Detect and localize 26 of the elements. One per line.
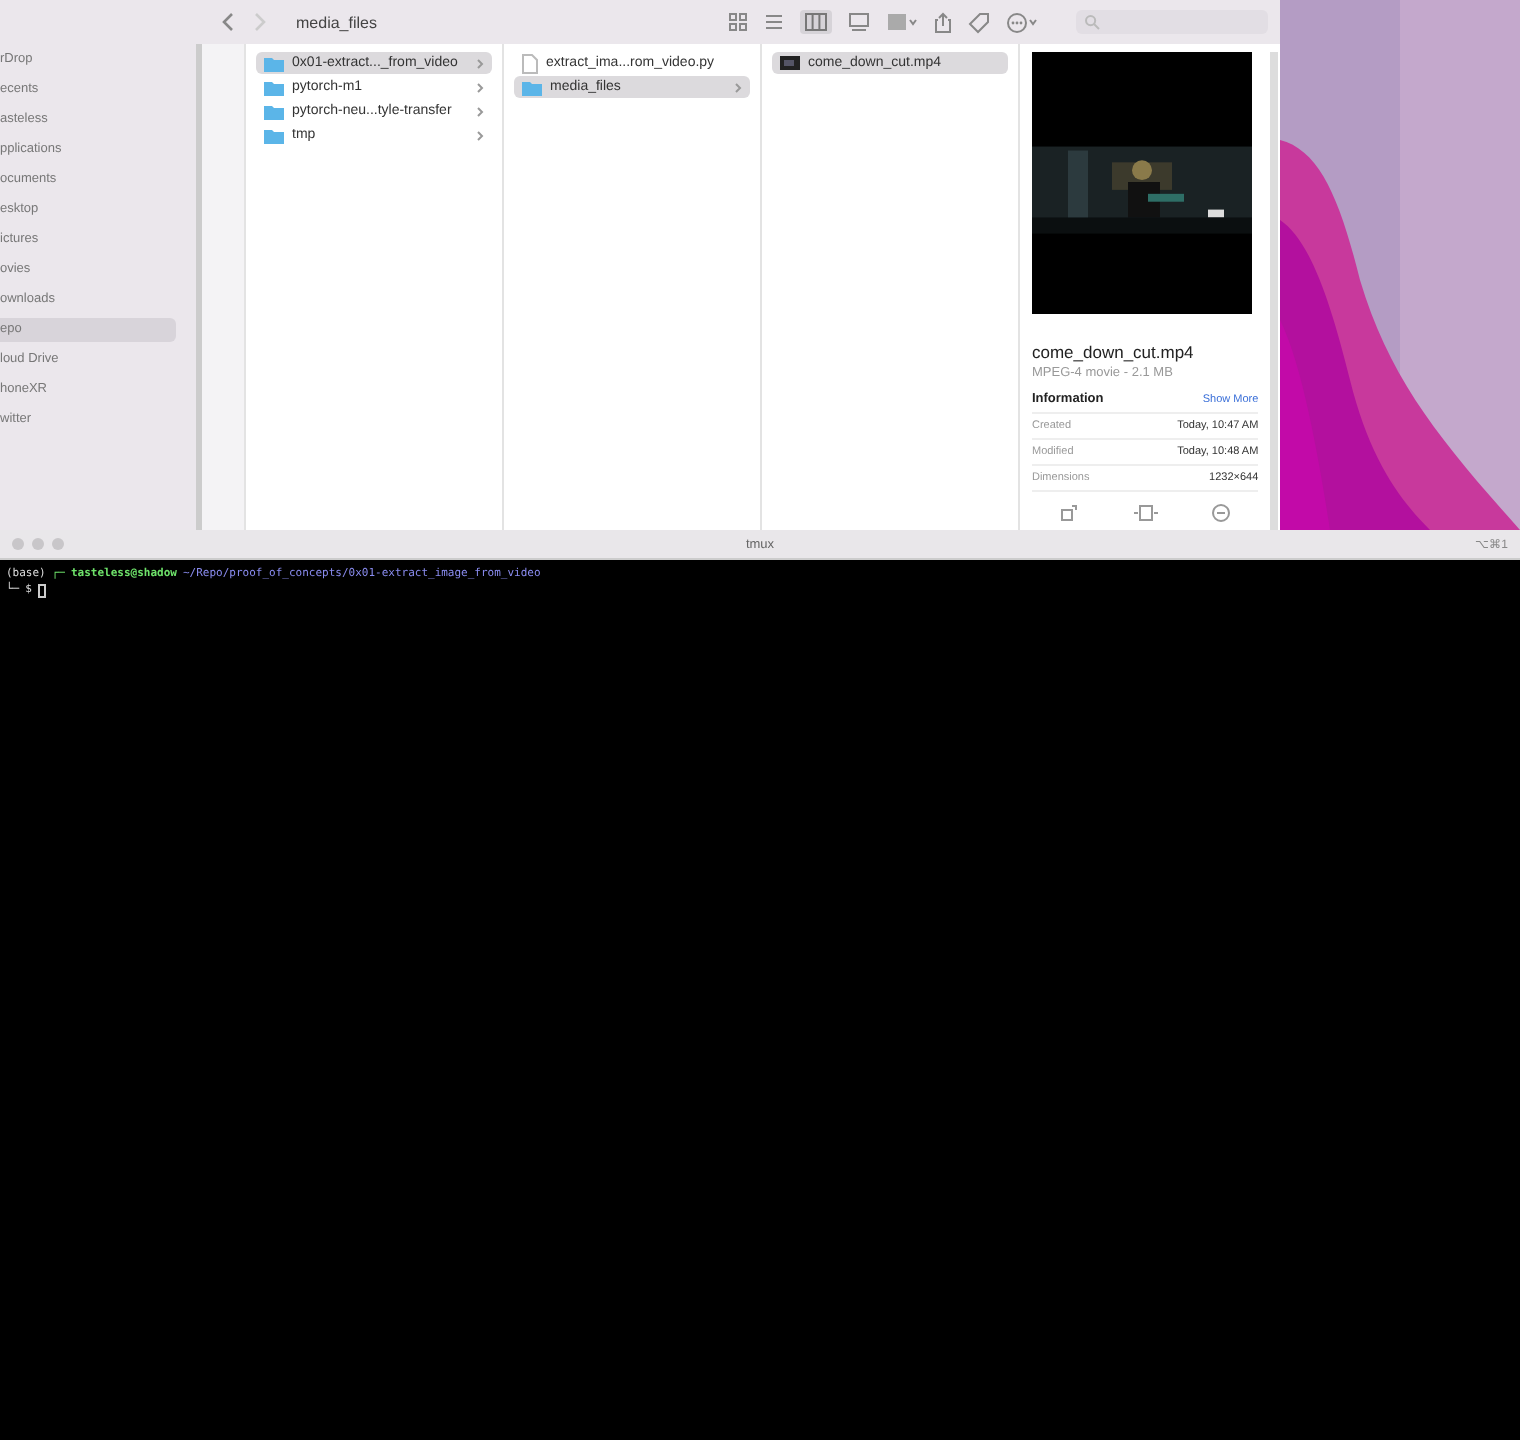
folder-icon [264, 127, 285, 143]
folder-icon [264, 79, 285, 95]
rotate-icon[interactable] [1059, 504, 1078, 522]
group-icon[interactable] [886, 12, 918, 32]
folder-icon [264, 55, 285, 71]
file-name: come_down_cut.mp4 [1031, 342, 1196, 362]
trim-icon[interactable] [1133, 504, 1158, 522]
column-view-icon[interactable] [800, 10, 832, 34]
chevron-icon [734, 81, 742, 93]
video-file-icon [780, 56, 800, 70]
window-title: media_files [296, 13, 377, 31]
cursor [37, 583, 46, 597]
share-icon[interactable] [934, 11, 952, 33]
gallery-view-icon[interactable] [848, 12, 870, 32]
search-field[interactable] [1076, 10, 1268, 34]
folder-icon [522, 79, 543, 95]
more-icon[interactable] [1006, 11, 1040, 33]
search-icon [1084, 14, 1100, 30]
list-view-icon[interactable] [764, 12, 784, 32]
scrollbar[interactable] [1270, 52, 1279, 530]
document-icon [522, 53, 539, 73]
folder-icon [264, 103, 285, 119]
more-icon[interactable] [1212, 504, 1231, 522]
back-icon[interactable] [220, 12, 236, 32]
grid-view-icon[interactable] [728, 12, 748, 32]
tag-icon[interactable] [968, 11, 990, 33]
